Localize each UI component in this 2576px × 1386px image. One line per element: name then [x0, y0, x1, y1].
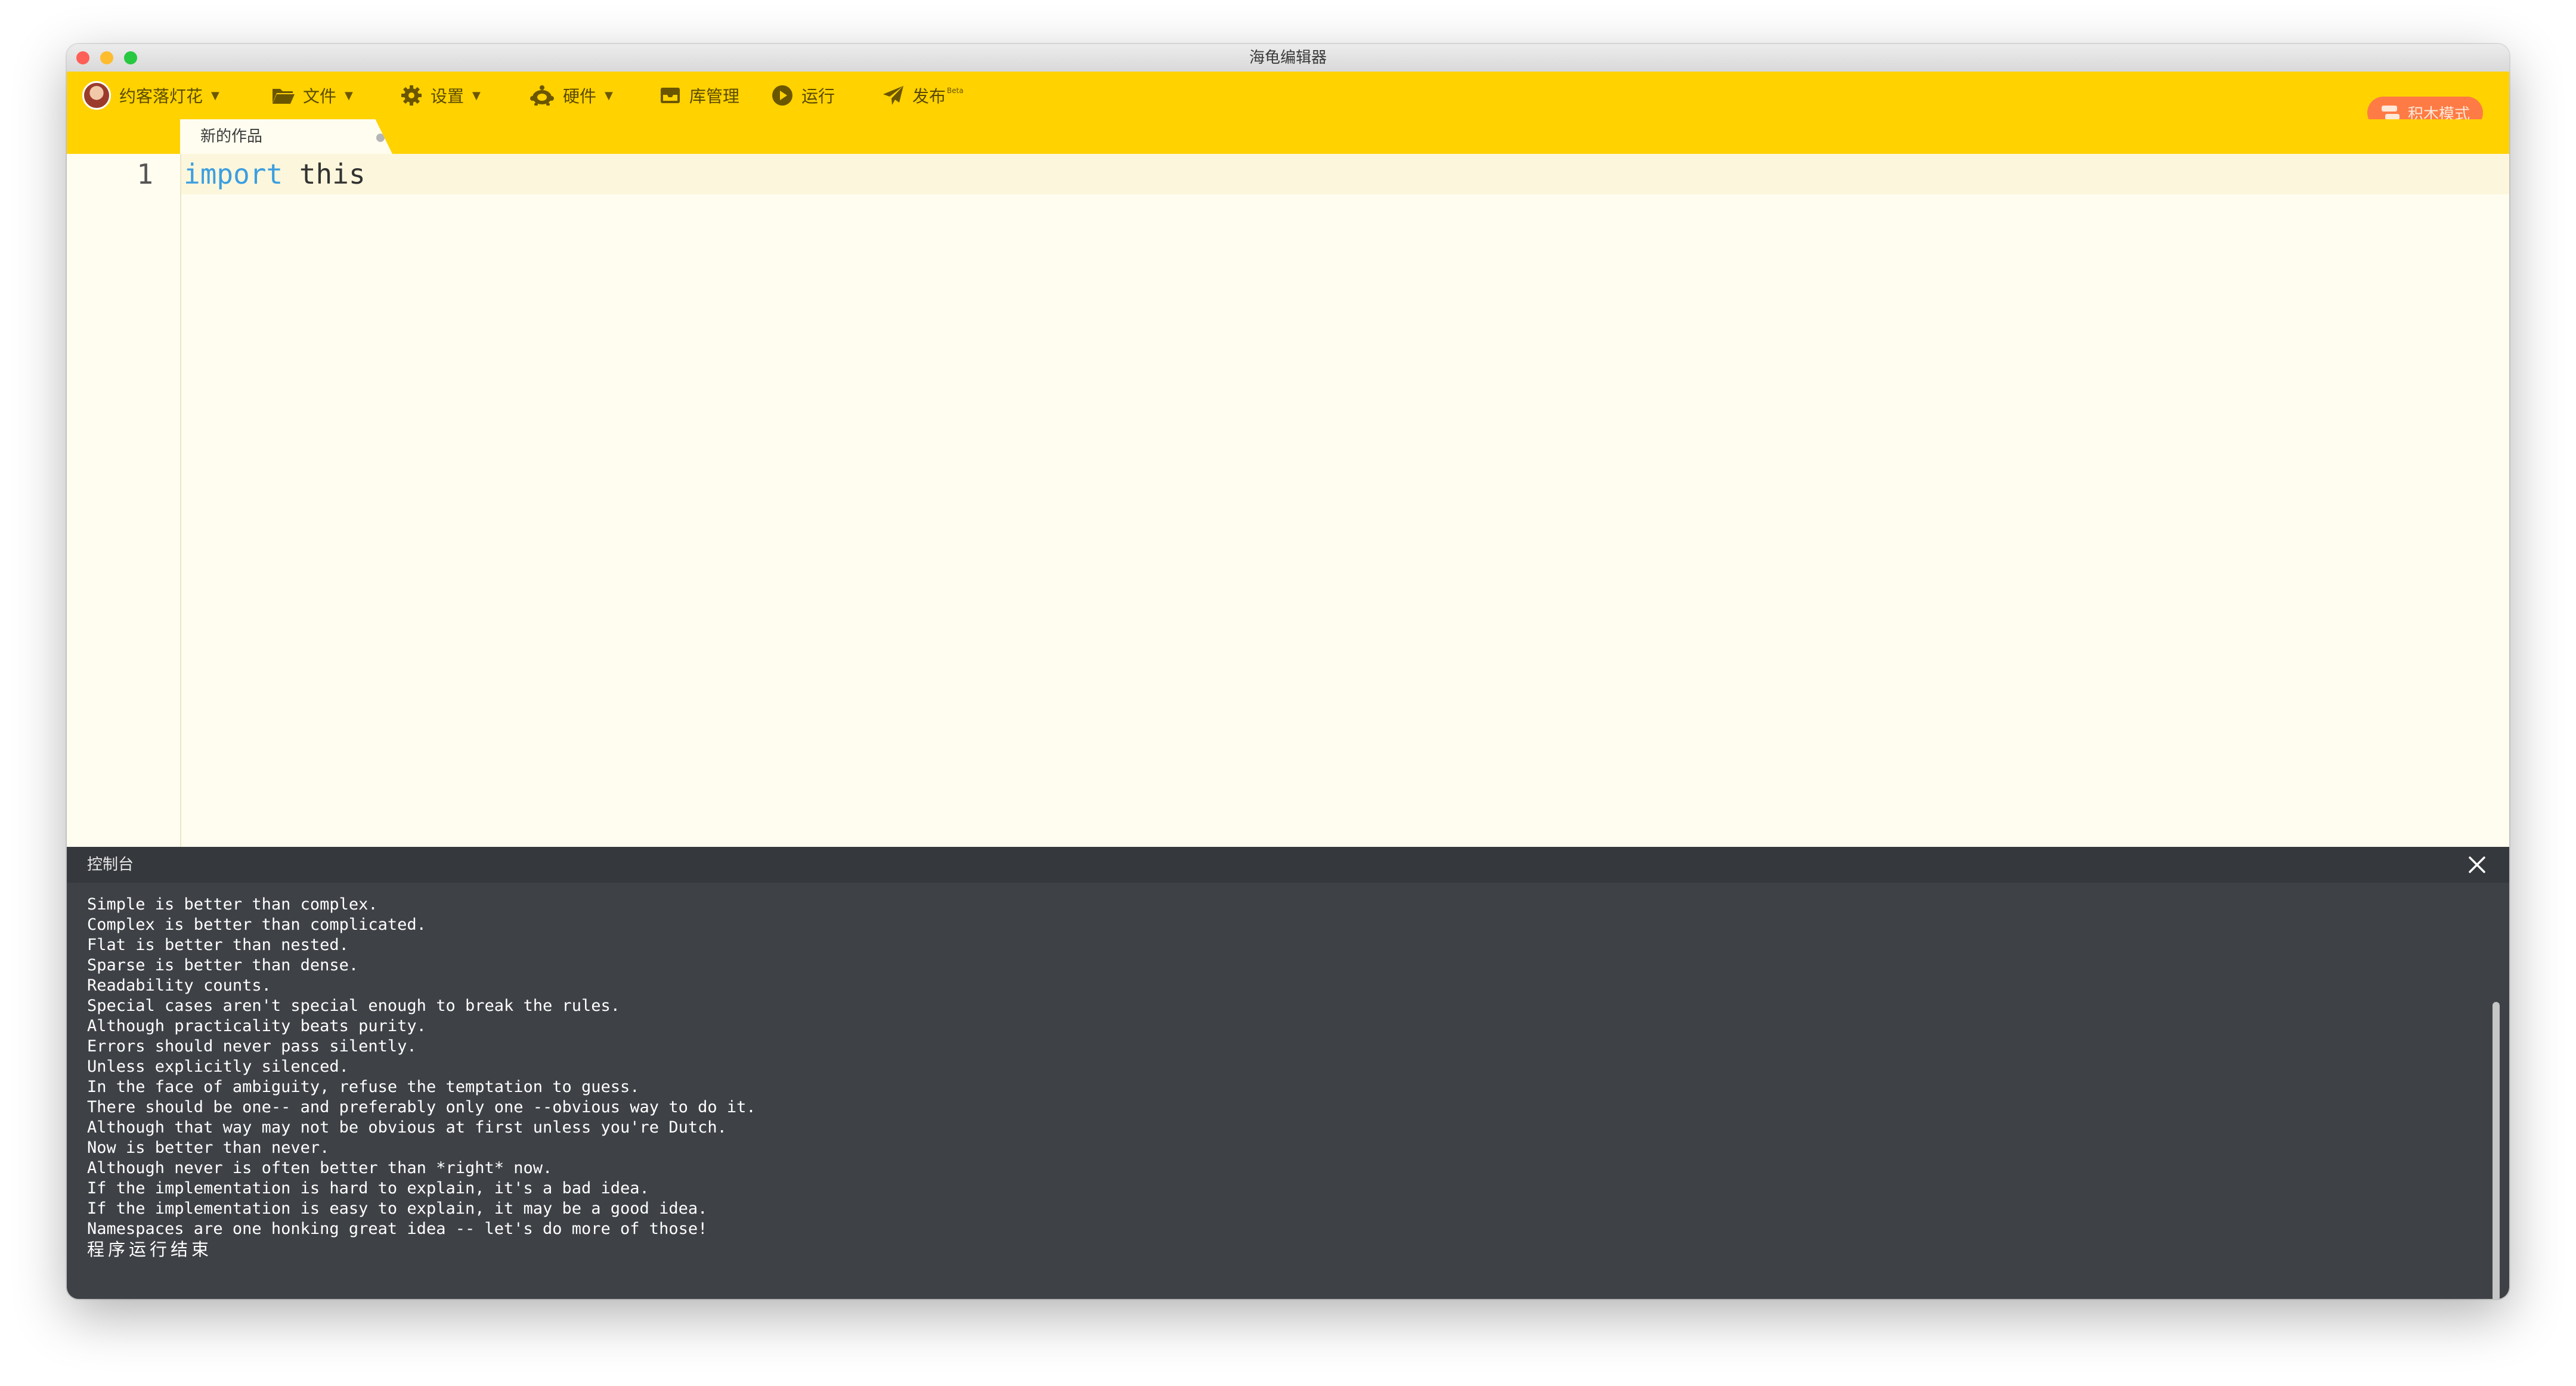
console-output: Simple is better than complex. Complex i… — [87, 895, 2485, 1260]
console-line: Although that way may not be obvious at … — [87, 1118, 727, 1137]
library-manager-button[interactable]: 库管理 — [660, 72, 739, 119]
console-scrollbar[interactable] — [2493, 1002, 2500, 1299]
chevron-down-icon: ▼ — [345, 89, 353, 102]
gear-icon — [401, 85, 422, 106]
console-line: Now is better than never. — [87, 1138, 330, 1157]
file-menu[interactable]: 文件 ▼ — [272, 72, 353, 119]
console-line: Special cases aren't special enough to b… — [87, 997, 621, 1015]
console-line: Readability counts. — [87, 976, 271, 995]
code-keyword: import — [184, 158, 283, 190]
unsaved-indicator[interactable] — [376, 134, 385, 142]
console-line: There should be one-- and preferably onl… — [87, 1098, 756, 1116]
file-menu-label: 文件 — [303, 86, 337, 106]
play-icon — [772, 85, 792, 106]
hardware-menu[interactable]: 硬件 ▼ — [530, 72, 613, 119]
gutter-divider — [180, 154, 181, 847]
user-menu[interactable]: 约客落灯花 ▼ — [82, 72, 219, 119]
beta-badge: Beta — [947, 86, 964, 95]
send-icon — [883, 86, 903, 105]
console-end-message: 程序运行结束 — [87, 1239, 213, 1260]
blocks-icon — [2381, 106, 2399, 120]
code-editor[interactable]: 1 import this 运行 — [67, 154, 2509, 927]
console-header: 控制台 — [67, 847, 2509, 883]
library-manager-label: 库管理 — [689, 86, 740, 106]
console-line: Unless explicitly silenced. — [87, 1057, 349, 1076]
library-icon — [661, 88, 680, 103]
run-menu-button[interactable]: 运行 — [772, 72, 835, 119]
console-line: Flat is better than nested. — [87, 936, 349, 954]
code-text: this — [283, 158, 366, 190]
tab-strip: 新的作品 — [67, 119, 2509, 154]
window-title: 海龟编辑器 — [1249, 49, 1327, 67]
console-line: Namespaces are one honking great idea --… — [87, 1220, 708, 1238]
user-name: 约客落灯花 — [119, 86, 203, 106]
settings-menu[interactable]: 设置 ▼ — [401, 72, 481, 119]
avatar — [82, 81, 111, 110]
settings-menu-label: 设置 — [431, 86, 465, 106]
active-line-highlight — [181, 154, 2509, 194]
console-line: Simple is better than complex. — [87, 895, 378, 914]
hardware-icon — [530, 85, 554, 106]
console-line: Errors should never pass silently. — [87, 1037, 417, 1056]
console-line: If the implementation is easy to explain… — [87, 1199, 708, 1218]
publish-button[interactable]: 发布 Beta — [883, 72, 964, 119]
tab-new-work[interactable]: 新的作品 — [180, 119, 392, 154]
console-line: Complex is better than complicated. — [87, 915, 426, 934]
publish-label: 发布 — [912, 86, 946, 106]
code-line[interactable]: import this — [184, 154, 366, 194]
chevron-down-icon: ▼ — [472, 89, 481, 102]
console-panel: 控制台 Simple is better than complex. Compl… — [67, 847, 2509, 1299]
title-bar: 海龟编辑器 — [67, 44, 2509, 73]
console-line: In the face of ambiguity, refuse the tem… — [87, 1078, 640, 1096]
menu-bar: 约客落灯花 ▼ 文件 ▼ 设置 ▼ 硬件 ▼ 库管理 运行 发布 Beta — [67, 72, 2509, 119]
console-line: Although never is often better than *rig… — [87, 1159, 553, 1177]
chevron-down-icon: ▼ — [211, 89, 219, 102]
console-line: Although practicality beats purity. — [87, 1017, 426, 1035]
chevron-down-icon: ▼ — [605, 89, 613, 102]
close-icon[interactable] — [2467, 855, 2487, 874]
hardware-menu-label: 硬件 — [563, 86, 597, 106]
console-line: Sparse is better than dense. — [87, 956, 359, 974]
app-window: 海龟编辑器 约客落灯花 ▼ 文件 ▼ 设置 ▼ 硬件 ▼ 库管理 运行 发布 B… — [67, 44, 2509, 1299]
run-menu-label: 运行 — [801, 86, 835, 106]
console-title: 控制台 — [87, 856, 134, 874]
line-number: 1 — [137, 158, 153, 190]
tab-label: 新的作品 — [200, 128, 263, 146]
folder-icon — [273, 89, 295, 104]
console-line: If the implementation is hard to explain… — [87, 1179, 649, 1198]
